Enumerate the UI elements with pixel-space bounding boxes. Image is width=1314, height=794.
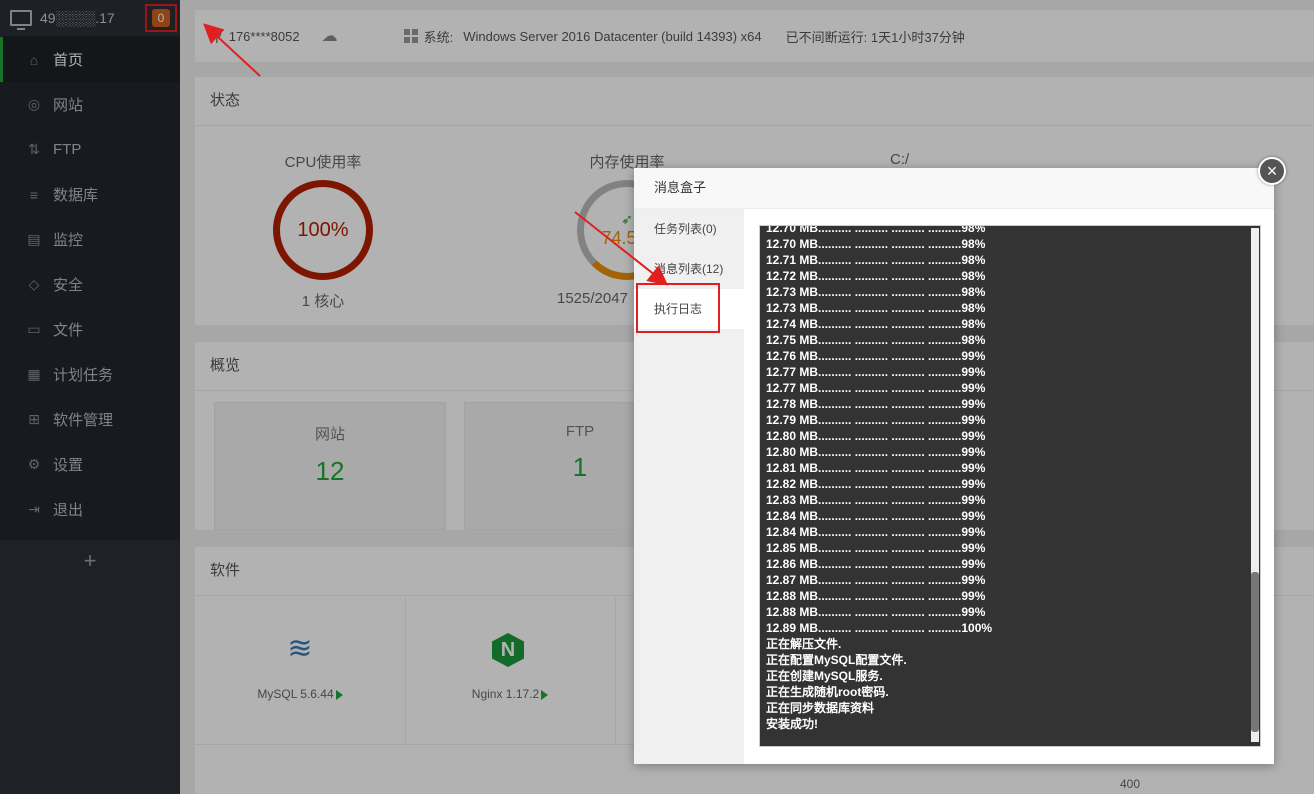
modal-close-button[interactable]: ×	[1258, 157, 1286, 185]
log-line: 安装成功!	[766, 717, 818, 731]
log-line: 正在解压文件.	[766, 637, 842, 651]
log-line: 12.76 MB.......... .......... ..........…	[766, 349, 986, 363]
log-line: 12.75 MB.......... .......... ..........…	[766, 333, 986, 347]
log-scrollbar[interactable]	[1251, 228, 1259, 742]
log-line: 12.81 MB.......... .......... ..........…	[766, 461, 986, 475]
log-line: 12.78 MB.......... .......... ..........…	[766, 397, 986, 411]
log-line: 12.70 MB.......... .......... ..........…	[766, 225, 986, 235]
log-scrollbar-thumb[interactable]	[1251, 572, 1259, 732]
log-line: 正在创建MySQL服务.	[766, 669, 883, 683]
modal-title: 消息盒子	[634, 168, 1274, 209]
log-line: 12.80 MB.......... .......... ..........…	[766, 445, 986, 459]
log-line: 12.77 MB.......... .......... ..........…	[766, 381, 986, 395]
log-line: 正在配置MySQL配置文件.	[766, 653, 907, 667]
log-line: 12.83 MB.......... .......... ..........…	[766, 493, 986, 507]
log-line: 12.70 MB.......... .......... ..........…	[766, 237, 986, 251]
log-line: 12.82 MB.......... .......... ..........…	[766, 477, 986, 491]
tab-task-list[interactable]: 任务列表(0)	[634, 209, 744, 249]
log-line: 12.71 MB.......... .......... ..........…	[766, 253, 986, 267]
log-line: 12.84 MB.......... .......... ..........…	[766, 509, 986, 523]
log-lines: 12.70 MB.......... .......... ..........…	[760, 225, 1260, 732]
execution-log-panel[interactable]: 12.70 MB.......... .......... ..........…	[759, 225, 1261, 747]
log-line: 12.73 MB.......... .......... ..........…	[766, 285, 986, 299]
log-line: 12.72 MB.......... .......... ..........…	[766, 269, 986, 283]
annotation-box-log-tab	[636, 283, 720, 333]
log-line: 正在同步数据库资料	[766, 701, 875, 715]
log-line: 12.86 MB.......... .......... ..........…	[766, 557, 986, 571]
log-line: 12.88 MB.......... .......... ..........…	[766, 605, 986, 619]
log-line: 12.84 MB.......... .......... ..........…	[766, 525, 986, 539]
log-line: 12.80 MB.......... .......... ..........…	[766, 429, 986, 443]
log-line: 12.87 MB.......... .......... ..........…	[766, 573, 986, 587]
log-line: 12.79 MB.......... .......... ..........…	[766, 413, 986, 427]
log-line: 12.85 MB.......... .......... ..........…	[766, 541, 986, 555]
log-line: 12.73 MB.......... .......... ..........…	[766, 301, 986, 315]
log-line: 12.77 MB.......... .......... ..........…	[766, 365, 986, 379]
log-line: 12.88 MB.......... .......... ..........…	[766, 589, 986, 603]
log-line: 正在生成随机root密码.	[766, 685, 889, 699]
message-box-modal: 消息盒子 任务列表(0) 消息列表(12) 执行日志 12.70 MB.....…	[634, 168, 1274, 764]
log-line: 12.74 MB.......... .......... ..........…	[766, 317, 986, 331]
log-line: 12.89 MB.......... .......... ..........…	[766, 621, 993, 635]
